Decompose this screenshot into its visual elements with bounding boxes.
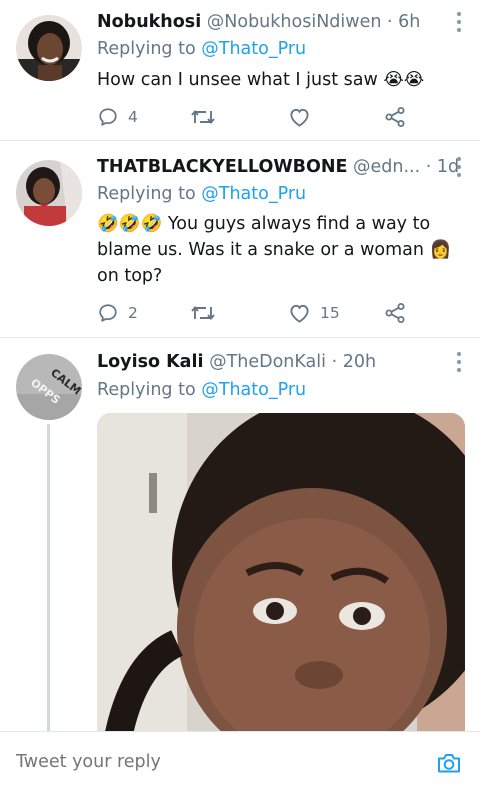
share-icon <box>384 106 406 128</box>
reply-icon <box>97 302 119 324</box>
retweet-button[interactable] <box>190 300 225 326</box>
replying-label: Replying to <box>97 380 196 400</box>
reply-button[interactable]: 4 <box>97 104 138 130</box>
share-icon <box>384 302 406 324</box>
retweet-icon <box>190 106 216 128</box>
camera-icon[interactable] <box>436 751 462 775</box>
tweet-1[interactable]: Nobukhosi @NobukhosiNdiwen · 6h Replying… <box>0 0 480 140</box>
author-handle[interactable]: @edn... <box>353 157 420 177</box>
author-name[interactable]: Nobukhosi <box>97 12 201 32</box>
more-vertical-icon[interactable] <box>456 157 462 179</box>
timestamp: · 6h <box>387 12 421 32</box>
avatar[interactable] <box>16 160 82 226</box>
tweet-actions: 4 <box>97 104 417 130</box>
reply-button[interactable]: 2 <box>97 300 138 326</box>
mention-link[interactable]: @Thato_Pru <box>201 184 306 204</box>
more-vertical-icon[interactable] <box>456 12 462 34</box>
tweet-text: How can I unsee what I just saw 😭😭 <box>97 70 425 90</box>
reply-input[interactable] <box>16 752 396 772</box>
timestamp: · 1d <box>425 157 460 177</box>
author-name[interactable]: Loyiso Kali <box>97 352 203 372</box>
like-button[interactable] <box>288 104 320 130</box>
author-handle[interactable]: @TheDonKali <box>209 352 326 372</box>
replying-to: Replying to @Thato_Pru <box>97 37 306 61</box>
timestamp: · 20h <box>331 352 377 372</box>
like-count: 15 <box>320 304 340 322</box>
video-thumbnail <box>97 413 465 743</box>
tweet-2[interactable]: THATBLACKYELLOWBONE @edn... · 1d Replyin… <box>0 141 480 337</box>
tweet-actions: 2 15 <box>97 300 417 326</box>
reply-count: 2 <box>128 304 138 322</box>
reply-composer <box>0 731 480 787</box>
retweet-button[interactable] <box>190 104 225 130</box>
thread-line <box>47 424 50 731</box>
reply-icon <box>97 106 119 128</box>
tweet-text: 🤣🤣🤣 You guys always find a way to blame … <box>97 214 452 286</box>
author-handle[interactable]: @NobukhosiNdiwen <box>207 12 382 32</box>
reply-count: 4 <box>128 108 138 126</box>
mention-link[interactable]: @Thato_Pru <box>201 39 306 59</box>
replying-to: Replying to @Thato_Pru <box>97 378 306 402</box>
mention-link[interactable]: @Thato_Pru <box>201 380 306 400</box>
avatar[interactable]: CALM OPPS <box>16 354 82 420</box>
more-vertical-icon[interactable] <box>456 352 462 374</box>
replying-label: Replying to <box>97 184 196 204</box>
share-button[interactable] <box>384 104 406 130</box>
replying-label: Replying to <box>97 39 196 59</box>
like-button[interactable]: 15 <box>288 300 340 326</box>
author-name[interactable]: THATBLACKYELLOWBONE <box>97 157 347 177</box>
avatar[interactable] <box>16 15 82 81</box>
retweet-icon <box>190 302 216 324</box>
replying-to: Replying to @Thato_Pru <box>97 182 306 206</box>
share-button[interactable] <box>384 300 406 326</box>
heart-icon <box>288 106 311 128</box>
heart-icon <box>288 302 311 324</box>
tweet-media-video[interactable] <box>97 413 465 743</box>
